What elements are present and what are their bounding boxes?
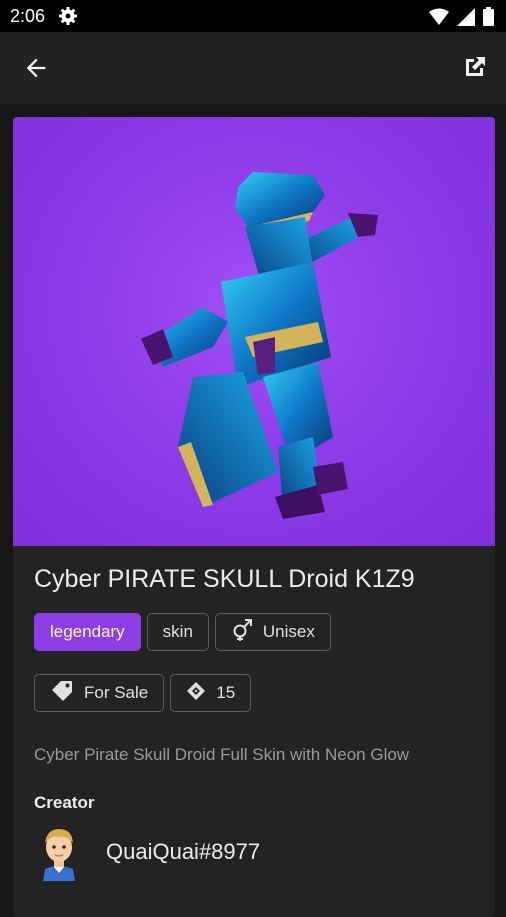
settings-icon (58, 6, 78, 31)
for-sale-chip[interactable]: For Sale (34, 674, 165, 712)
rarity-chip[interactable]: legendary (34, 613, 141, 651)
open-external-icon[interactable] (462, 54, 488, 80)
gender-chip[interactable]: Unisex (214, 613, 331, 651)
item-description: Cyber Pirate Skull Droid Full Skin with … (34, 745, 410, 764)
type-chip[interactable]: skin (146, 613, 209, 651)
item-image (13, 117, 495, 546)
gender-icon (231, 618, 253, 647)
back-arrow-icon[interactable] (22, 54, 50, 82)
creator-name[interactable]: QuaiQuai#8977 (106, 839, 260, 865)
battery-icon (483, 7, 494, 31)
creator-heading: Creator (34, 793, 95, 812)
price-label: 15 (216, 683, 236, 702)
status-bar: 2:06 (0, 0, 506, 32)
diamond-currency-icon (186, 681, 206, 706)
price-tag-icon (50, 680, 74, 707)
gender-label: Unisex (262, 622, 315, 641)
item-title: Cyber PIRATE SKULL Droid K1Z9 (34, 565, 415, 593)
signal-icon (457, 7, 475, 31)
rarity-label: legendary (50, 622, 125, 641)
item-card: Cyber PIRATE SKULL Droid K1Z9 legendary … (13, 117, 495, 917)
price-chip[interactable]: 15 (170, 674, 252, 712)
for-sale-label: For Sale (84, 683, 149, 702)
tag-chips: legendary skin Unisex (34, 613, 331, 651)
type-label: skin (162, 622, 193, 641)
skin-preview-figure (141, 172, 378, 519)
wifi-icon (429, 8, 449, 31)
app-bar (0, 32, 506, 104)
status-time: 2:06 (10, 6, 46, 26)
creator-avatar[interactable] (37, 825, 81, 881)
status-chips: For Sale 15 (34, 674, 252, 712)
